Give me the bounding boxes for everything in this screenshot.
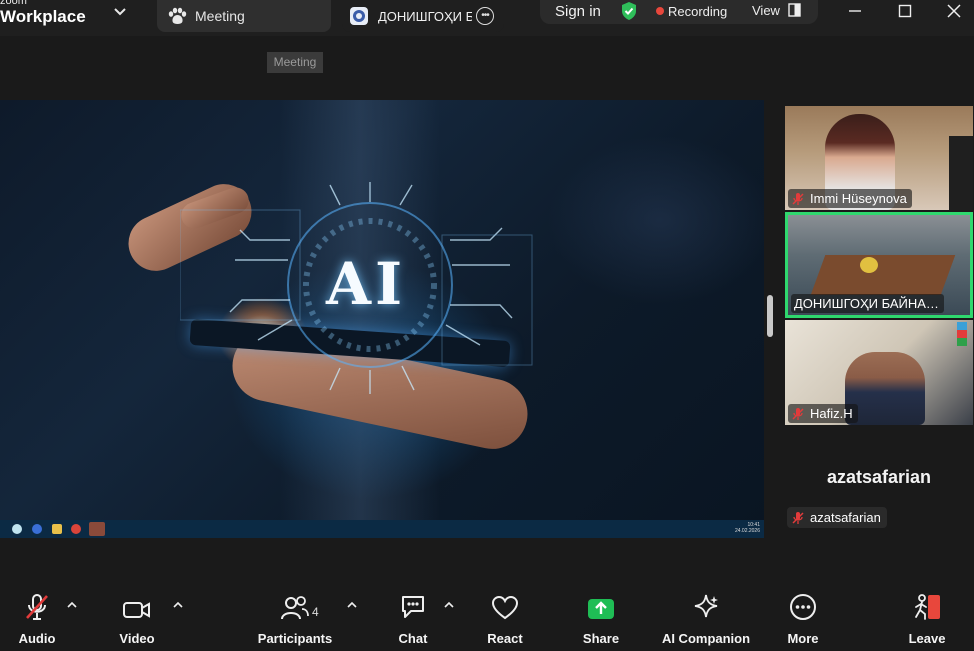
taskbar-active-app-icon	[89, 522, 105, 536]
participant-name-tag: Hafiz.H	[788, 404, 858, 423]
participant-name: Hafiz.H	[810, 406, 853, 421]
flag	[957, 322, 967, 346]
close-icon	[947, 4, 961, 18]
title-bar: zoom Workplace Meeting ДОНИШГОҲИ Б ••• S…	[0, 0, 974, 36]
mic-muted-icon	[26, 594, 48, 620]
taskbar-date: 24.02.2026	[734, 528, 760, 534]
tab-document[interactable]: ДОНИШГОҲИ Б •••	[342, 0, 504, 32]
more-label: More	[787, 631, 819, 646]
close-button[interactable]	[934, 0, 974, 22]
sparkle-icon	[694, 594, 718, 618]
participant-name-tag: ДОНИШГОҲИ БАЙНА…	[791, 294, 944, 313]
taskbar-app-icon	[32, 524, 42, 534]
ai-headline: AI	[326, 250, 407, 318]
participant-name-tag: Immi Hüseynova	[788, 189, 912, 208]
paw-icon	[168, 7, 187, 24]
panel-resize-handle[interactable]	[767, 295, 773, 337]
participant-name: Immi Hüseynova	[810, 191, 907, 206]
participants-icon	[281, 596, 309, 620]
mic-muted-icon	[792, 511, 804, 524]
leave-door-icon	[915, 594, 940, 620]
react-label: React	[487, 631, 523, 646]
mic-muted-icon	[792, 407, 804, 420]
minimize-button[interactable]	[835, 0, 875, 22]
share-button[interactable]: Share	[571, 589, 631, 651]
participants-button[interactable]: Participants	[255, 589, 335, 651]
shared-taskbar: 10:41 24.02.2026	[0, 520, 764, 538]
react-button[interactable]: React	[475, 589, 535, 651]
chat-options-caret-icon[interactable]	[443, 599, 455, 611]
audio-label: Audio	[18, 631, 56, 646]
grid-view-icon[interactable]	[788, 3, 801, 17]
taskbar-browser-icon	[71, 524, 81, 534]
participant-tile[interactable]: Hafiz.H	[785, 320, 973, 425]
sign-in-link[interactable]: Sign in	[555, 3, 601, 20]
participants-options-caret-icon[interactable]	[346, 599, 358, 611]
self-view-tag-name: azatsafarian	[810, 510, 881, 525]
recording-dot-icon	[656, 7, 664, 15]
participants-count: 4	[312, 605, 319, 619]
taskbar-clock: 10:41 24.02.2026	[735, 522, 760, 534]
brand-workplace-text: Workplace	[0, 7, 86, 26]
video-camera-icon	[123, 602, 150, 618]
video-button[interactable]: Video	[107, 589, 167, 651]
maximize-button[interactable]	[885, 0, 925, 22]
more-button[interactable]: More	[773, 589, 833, 651]
participant-tile[interactable]: Immi Hüseynova	[785, 106, 973, 210]
participant-video-edge	[949, 136, 973, 210]
leave-label: Leave	[908, 631, 946, 646]
view-button[interactable]: View	[752, 3, 780, 18]
self-view-name: azatsafarian	[826, 467, 932, 487]
flower-arrangement	[860, 257, 878, 273]
participant-name: ДОНИШГОҲИ БАЙНА…	[794, 296, 939, 311]
chat-bubble-icon	[402, 596, 424, 618]
participant-tile-active-speaker[interactable]: ДОНИШГОҲИ БАЙНА…	[785, 212, 973, 318]
recording-label[interactable]: Recording	[668, 4, 727, 19]
shield-check-icon[interactable]	[620, 1, 638, 21]
chat-button[interactable]: Chat	[383, 589, 443, 651]
meeting-tooltip: Meeting	[267, 52, 323, 73]
participants-label: Participants	[257, 631, 333, 646]
document-icon	[350, 7, 368, 25]
video-options-caret-icon[interactable]	[172, 599, 184, 611]
taskbar-search-icon	[12, 524, 22, 534]
shared-screen[interactable]: AI 10:41 24.02.2026	[0, 100, 764, 538]
minimize-icon	[849, 10, 861, 12]
conference-table	[810, 255, 956, 295]
taskbar-folder-icon	[52, 524, 62, 534]
audio-options-caret-icon[interactable]	[66, 599, 78, 611]
share-screen-icon	[588, 599, 614, 619]
leave-button[interactable]: Leave	[897, 589, 957, 651]
video-label: Video	[119, 631, 155, 646]
mic-muted-icon	[792, 192, 804, 205]
tab-meeting[interactable]: Meeting	[157, 0, 331, 32]
heart-icon	[491, 595, 519, 620]
meeting-toolbar: Audio Video Participants 4 Chat React Sh…	[0, 589, 974, 651]
more-options-icon[interactable]: •••	[476, 7, 494, 25]
app-logo: zoom Workplace	[0, 0, 86, 25]
tab-meeting-label: Meeting	[195, 8, 245, 24]
share-label: Share	[582, 631, 620, 646]
more-options-icon	[790, 594, 816, 620]
ai-companion-label: AI Companion	[661, 631, 751, 646]
chat-label: Chat	[398, 631, 428, 646]
tab-document-label: ДОНИШГОҲИ Б	[378, 8, 472, 24]
self-view-name-tag: azatsafarian	[787, 507, 887, 528]
audio-button[interactable]: Audio	[7, 589, 67, 651]
chevron-down-icon[interactable]	[110, 2, 130, 22]
ai-companion-button[interactable]: AI Companion	[660, 589, 752, 651]
meeting-status-bar: Sign in Recording View	[540, 0, 818, 24]
brand-zoom-text: zoom	[0, 0, 27, 7]
maximize-icon	[898, 4, 912, 18]
